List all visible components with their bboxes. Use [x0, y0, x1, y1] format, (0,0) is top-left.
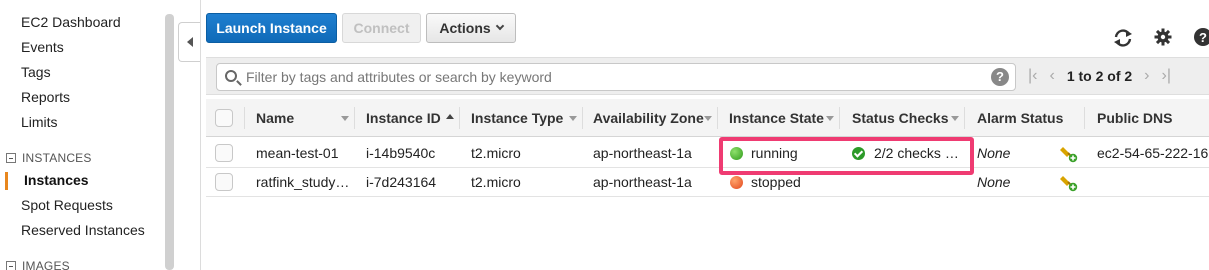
chevron-down-icon	[495, 21, 504, 31]
sort-icon[interactable]	[569, 116, 577, 121]
search-input[interactable]: Filter by tags and attributes or search …	[216, 63, 1016, 91]
column-header-name[interactable]: Name	[256, 99, 294, 137]
connect-button[interactable]: Connect	[342, 13, 421, 43]
row-checkbox[interactable]	[215, 144, 233, 162]
cell-status-checks[interactable]: 2/2 checks …	[874, 139, 959, 168]
stopped-status-icon	[730, 176, 743, 189]
column-header-instance-type[interactable]: Instance Type	[471, 99, 563, 137]
row-checkbox[interactable]	[215, 173, 233, 191]
column-header-public-dns[interactable]: Public DNS	[1097, 99, 1172, 137]
gear-icon[interactable]	[1154, 28, 1172, 46]
search-help-icon[interactable]: ?	[991, 68, 1009, 86]
pagination-text: 1 to 2 of 2	[1066, 68, 1133, 84]
create-alarm-icon[interactable]	[1060, 174, 1078, 192]
sidebar: EC2 Dashboard Events Tags Reports Limits…	[0, 0, 165, 270]
search-icon	[225, 70, 237, 82]
cell-availability-zone: ap-northeast-1a	[593, 174, 692, 190]
column-header-instance-id[interactable]: Instance ID	[366, 99, 441, 137]
divider	[1084, 107, 1085, 129]
create-alarm-icon[interactable]	[1060, 145, 1078, 163]
first-page-icon[interactable]: |‹	[1028, 67, 1037, 85]
sidebar-item-reserved-instances[interactable]: Reserved Instances	[21, 222, 145, 238]
cell-name: mean-test-01	[256, 145, 339, 161]
divider	[582, 107, 583, 129]
divider	[200, 0, 201, 270]
sort-ascending-icon[interactable]	[446, 114, 454, 119]
cell-public-dns: ec2-54-65-222-161.	[1097, 145, 1209, 161]
table-row[interactable]: mean-test-01 i-14b9540c t2.micro ap-nort…	[206, 139, 1209, 168]
cell-instance-state: stopped	[751, 174, 801, 190]
actions-label: Actions	[439, 20, 491, 36]
svg-text:?: ?	[1199, 30, 1207, 45]
sidebar-section-label: INSTANCES	[22, 151, 92, 165]
cell-instance-state: running	[751, 145, 798, 161]
actions-dropdown[interactable]: Actions	[426, 13, 516, 43]
sidebar-section-images[interactable]: IMAGES	[6, 259, 70, 270]
divider	[839, 107, 840, 129]
column-header-instance-state[interactable]: Instance State	[729, 99, 824, 137]
divider	[717, 107, 718, 129]
column-header-alarm-status[interactable]: Alarm Status	[977, 99, 1063, 137]
launch-instance-button[interactable]: Launch Instance	[206, 13, 337, 43]
sort-icon[interactable]	[704, 116, 712, 121]
sidebar-item-reports[interactable]: Reports	[21, 89, 70, 105]
column-header-status-checks[interactable]: Status Checks	[852, 99, 948, 137]
sidebar-scrollbar[interactable]	[165, 14, 174, 270]
check-passed-icon	[852, 147, 865, 160]
divider	[459, 107, 460, 129]
cell-instance-type: t2.micro	[471, 145, 521, 161]
refresh-icon[interactable]	[1113, 29, 1133, 47]
last-page-icon[interactable]: ›|	[1162, 67, 1171, 85]
cell-name: ratfink_study…	[256, 174, 350, 190]
sort-icon[interactable]	[341, 116, 349, 121]
cell-alarm-status: None	[977, 174, 1011, 190]
cell-instance-type: t2.micro	[471, 174, 521, 190]
sort-icon[interactable]	[951, 116, 959, 121]
search-placeholder: Filter by tags and attributes or search …	[246, 69, 552, 85]
cell-availability-zone: ap-northeast-1a	[593, 145, 692, 161]
sidebar-item-ec2-dashboard[interactable]: EC2 Dashboard	[21, 14, 121, 30]
select-all-checkbox[interactable]	[215, 109, 233, 127]
prev-page-icon[interactable]: ‹	[1049, 67, 1054, 85]
filter-bar: Filter by tags and attributes or search …	[206, 57, 1209, 95]
active-item-marker	[5, 172, 8, 190]
cell-alarm-status: None	[977, 145, 1011, 161]
sidebar-section-label: IMAGES	[22, 259, 70, 270]
sidebar-item-limits[interactable]: Limits	[21, 114, 58, 130]
running-status-icon	[730, 147, 743, 160]
sidebar-item-events[interactable]: Events	[21, 39, 64, 55]
sidebar-item-spot-requests[interactable]: Spot Requests	[21, 197, 113, 213]
cell-instance-id: i-14b9540c	[366, 145, 436, 161]
chevron-left-icon	[186, 37, 193, 47]
collapse-sidebar-button[interactable]	[178, 22, 200, 62]
sidebar-item-tags[interactable]: Tags	[21, 64, 51, 80]
cell-instance-id: i-7d243164	[366, 174, 437, 190]
divider	[354, 107, 355, 129]
table-row[interactable]: ratfink_study… i-7d243164 t2.micro ap-no…	[206, 168, 1209, 197]
divider	[244, 107, 245, 129]
sort-icon[interactable]	[826, 116, 834, 121]
next-page-icon[interactable]: ›	[1144, 67, 1149, 85]
table-header: Name Instance ID Instance Type Availabil…	[206, 99, 1209, 137]
collapse-section-icon[interactable]	[6, 261, 16, 270]
sidebar-item-instances[interactable]: Instances	[24, 172, 89, 188]
help-icon[interactable]: ?	[1193, 27, 1209, 47]
column-header-availability-zone[interactable]: Availability Zone	[593, 99, 704, 137]
collapse-section-icon[interactable]	[6, 153, 16, 163]
pagination: |‹ ‹ 1 to 2 of 2 › ›|	[1028, 67, 1171, 85]
divider	[964, 107, 965, 129]
sidebar-section-instances[interactable]: INSTANCES	[6, 151, 92, 165]
